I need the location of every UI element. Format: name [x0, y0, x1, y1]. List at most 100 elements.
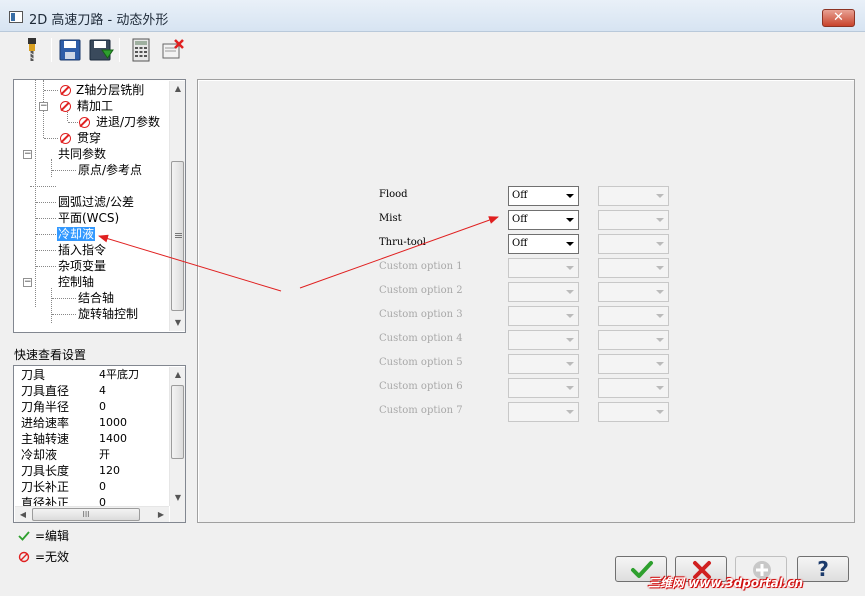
quick-view-hscrollbar[interactable]: ◀ III ▶: [15, 506, 169, 522]
chevron-down-icon: [566, 290, 574, 294]
scroll-right-icon[interactable]: ▶: [153, 507, 169, 522]
calculator-icon[interactable]: [127, 36, 155, 64]
scrollbar-corner: [170, 506, 185, 522]
custom-option-5-aux-select: [598, 354, 669, 374]
tree-line: [68, 122, 78, 123]
chevron-down-icon: [656, 410, 664, 414]
chevron-down-icon: [566, 410, 574, 414]
custom-option-4-select: [508, 330, 579, 350]
custom-option-4-aux-select: [598, 330, 669, 350]
chevron-down-icon: [566, 338, 574, 342]
flood-aux-select: [598, 186, 669, 206]
check-icon: [18, 531, 30, 541]
quick-view-panel: 刀具 4平底刀 刀具直径 4 刀角半径 0 进给速率 1000 主轴转速 1400 冷却液…: [13, 365, 186, 523]
flood-label: Flood: [379, 189, 408, 200]
custom-option-2-select: [508, 282, 579, 302]
custom-option-7-aux-select: [598, 402, 669, 422]
custom-option-5-select: [508, 354, 579, 374]
tree-item-misc-values[interactable]: 杂项变量: [58, 258, 106, 274]
tree-item-break-through[interactable]: 贯穿: [77, 130, 101, 146]
title-bar: 2D 高速刀路 - 动态外形 ✕: [0, 0, 865, 32]
chevron-down-icon: [656, 290, 664, 294]
custom-option-3-select: [508, 306, 579, 326]
tree-item-axis-combination[interactable]: 结合轴: [78, 290, 114, 306]
flood-select[interactable]: Off: [508, 186, 579, 206]
tree-item-rotary-axis[interactable]: 旋转轴控制: [78, 306, 138, 322]
scrollbar-thumb[interactable]: [171, 385, 184, 459]
scrollbar-thumb[interactable]: III: [32, 508, 140, 521]
window-title: 2D 高速刀路 - 动态外形: [29, 13, 169, 28]
thru-tool-label: Thru-tool: [379, 237, 426, 248]
disabled-icon: [18, 551, 30, 563]
mist-label: Mist: [379, 213, 402, 224]
custom-option-6-aux-select: [598, 378, 669, 398]
custom-option-1-aux-select: [598, 258, 669, 278]
help-button[interactable]: ?: [797, 556, 849, 582]
tree-item-lead-in-out[interactable]: 进退/刀参数: [96, 114, 160, 130]
tree-item-canned-text[interactable]: 插入指令: [58, 242, 106, 258]
scroll-up-icon[interactable]: ▲: [170, 367, 185, 383]
chevron-down-icon: [656, 266, 664, 270]
clear-icon[interactable]: [159, 36, 187, 64]
tree-scrollbar[interactable]: ▲ ▼: [169, 81, 185, 331]
chevron-down-icon: [656, 194, 664, 198]
tree-line: [30, 186, 56, 187]
tree-line: [35, 80, 36, 307]
chevron-down-icon: [656, 218, 664, 222]
save-icon[interactable]: [56, 36, 84, 64]
tree-line: [36, 266, 56, 267]
scrollbar-thumb[interactable]: [171, 161, 184, 311]
disabled-icon: [79, 117, 90, 128]
chevron-down-icon: [566, 218, 574, 222]
quick-view-vscrollbar[interactable]: ▲ ▼: [169, 367, 185, 506]
tree-item-finish[interactable]: 精加工: [77, 98, 113, 114]
tree-line: [36, 218, 56, 219]
close-button[interactable]: ✕: [822, 9, 855, 27]
tree-item-linking-params[interactable]: 共同参数: [58, 146, 106, 162]
scroll-left-icon[interactable]: ◀: [15, 507, 31, 522]
disabled-icon: [60, 133, 71, 144]
custom-option-7-label: Custom option 7: [379, 405, 463, 416]
chevron-down-icon: [566, 362, 574, 366]
custom-option-4-label: Custom option 4: [379, 333, 463, 344]
tree-line: [52, 298, 76, 299]
thru-tool-aux-select: [598, 234, 669, 254]
scroll-down-icon[interactable]: ▼: [170, 315, 185, 331]
tool-icon[interactable]: [18, 36, 46, 64]
tree-line: [51, 159, 52, 177]
chevron-down-icon: [656, 242, 664, 246]
scroll-up-icon[interactable]: ▲: [170, 81, 185, 97]
tree-collapse-toggle[interactable]: −: [39, 102, 48, 111]
custom-option-2-label: Custom option 2: [379, 285, 463, 296]
chevron-down-icon: [656, 362, 664, 366]
tree-item-axis-control[interactable]: 控制轴: [58, 274, 94, 290]
tree-item-z-depth[interactable]: Z轴分层铣削: [76, 82, 144, 98]
tree-collapse-toggle[interactable]: −: [23, 278, 32, 287]
parameter-tree[interactable]: − − − Z轴分层铣削 精加工 进退/刀参数 贯穿 共同参数 原点/参考点 圆…: [13, 79, 186, 333]
chevron-down-icon: [566, 242, 574, 246]
scroll-down-icon[interactable]: ▼: [170, 490, 185, 506]
tree-item-planes[interactable]: 平面(WCS): [58, 210, 119, 226]
quick-view-title: 快速查看设置: [14, 348, 87, 362]
save-as-icon[interactable]: [87, 36, 115, 64]
tree-item-coolant[interactable]: 冷却液: [57, 226, 96, 242]
chevron-down-icon: [656, 386, 664, 390]
tree-line: [51, 288, 52, 323]
chevron-down-icon: [566, 314, 574, 318]
thru-tool-select[interactable]: Off: [508, 234, 579, 254]
custom-option-3-aux-select: [598, 306, 669, 326]
tree-line: [44, 90, 58, 91]
tree-line: [36, 234, 56, 235]
tree-line: [36, 250, 56, 251]
custom-option-3-label: Custom option 3: [379, 309, 463, 320]
tree-line: [44, 138, 58, 139]
mist-select[interactable]: Off: [508, 210, 579, 230]
tree-item-arc-filter[interactable]: 圆弧过滤/公差: [58, 194, 134, 210]
custom-option-1-select: [508, 258, 579, 278]
tree-item-home-ref[interactable]: 原点/参考点: [78, 162, 142, 178]
disabled-icon: [60, 85, 71, 96]
disabled-icon: [60, 101, 71, 112]
chevron-down-icon: [566, 386, 574, 390]
tree-collapse-toggle[interactable]: −: [23, 150, 32, 159]
tree-line: [52, 170, 76, 171]
